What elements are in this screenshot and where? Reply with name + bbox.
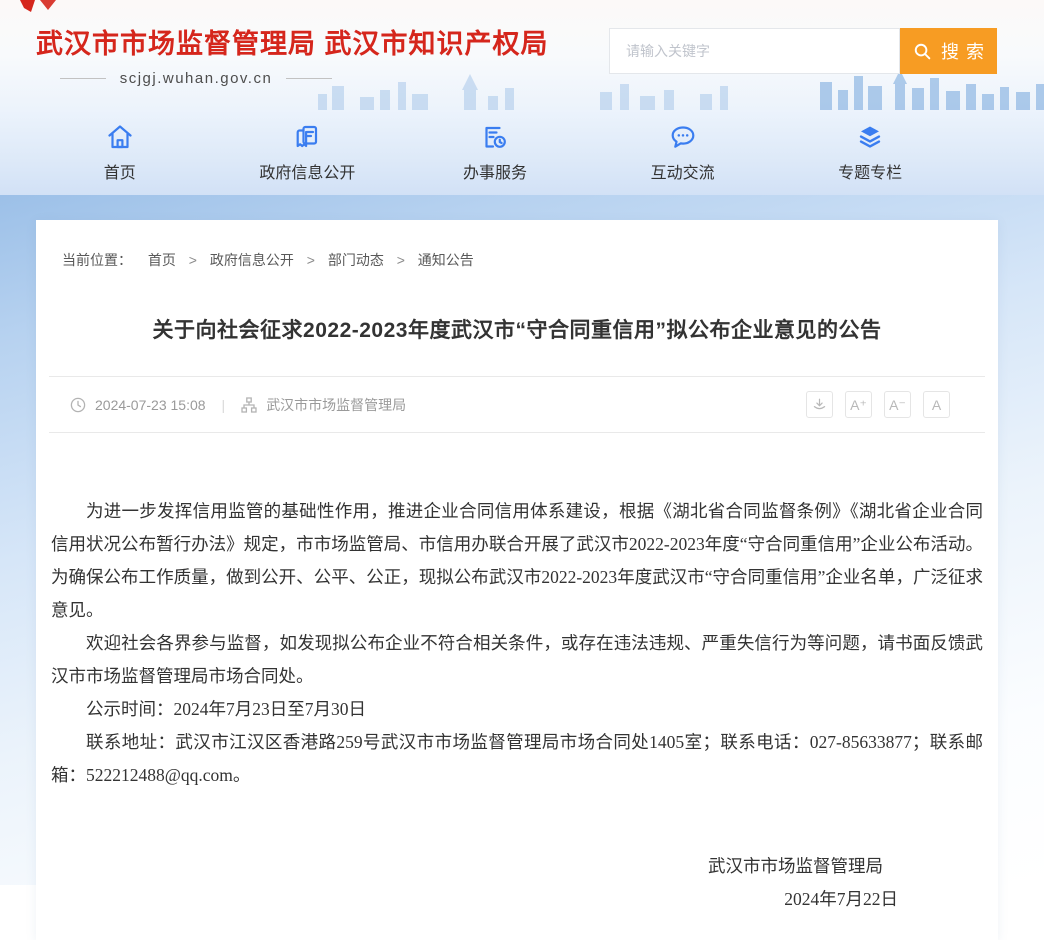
breadcrumb-dept-news[interactable]: 部门动态 xyxy=(328,252,384,268)
nav-item-label: 首页 xyxy=(104,159,136,183)
nav-item-home[interactable]: 首页 xyxy=(26,122,214,183)
font-reset-button[interactable]: A xyxy=(923,391,950,418)
chat-bubble-icon xyxy=(668,122,698,152)
search-icon xyxy=(913,42,932,61)
breadcrumb-separator: > xyxy=(397,252,405,268)
nav-item-label: 办事服务 xyxy=(463,159,527,183)
search-button[interactable]: 搜索 xyxy=(900,28,997,74)
content-area: 当前位置： 首页 > 政府信息公开 > 部门动态 > 通知公告 关于向社会征求2… xyxy=(0,195,1044,885)
divider-below-meta xyxy=(49,432,985,433)
layers-icon xyxy=(855,122,885,152)
main-nav: 首页 政府信息公开 办事服务 互动交流 专题 xyxy=(0,110,1044,195)
nav-item-gov-info[interactable]: 政府信息公开 xyxy=(214,122,402,183)
article-meta: 2024-07-23 15:08 | 武汉市市场监督管理局 xyxy=(70,395,406,415)
corner-decoration xyxy=(16,0,62,15)
site-url: scjgj.wuhan.gov.cn xyxy=(120,70,273,87)
clock-icon xyxy=(70,397,86,413)
documents-icon xyxy=(292,122,322,152)
breadcrumb-label: 当前位置： xyxy=(62,252,132,268)
article-paragraph: 欢迎社会各界参与监督，如发现拟公布企业不符合相关条件，或存在违法违规、严重失信行… xyxy=(51,627,983,693)
nav-item-label: 互动交流 xyxy=(651,159,715,183)
nav-item-special-topics[interactable]: 专题专栏 xyxy=(776,122,964,183)
content-card: 当前位置： 首页 > 政府信息公开 > 部门动态 > 通知公告 关于向社会征求2… xyxy=(36,220,998,940)
breadcrumb-separator: > xyxy=(307,252,315,268)
article-tools: A⁺ A⁻ A xyxy=(794,391,950,418)
search-input[interactable] xyxy=(609,28,900,74)
nav-item-label: 政府信息公开 xyxy=(259,159,355,183)
article-paragraph: 公示时间：2024年7月23日至7月30日 xyxy=(51,693,983,726)
home-icon xyxy=(105,122,135,152)
breadcrumb: 当前位置： 首页 > 政府信息公开 > 部门动态 > 通知公告 xyxy=(36,220,998,270)
site-url-row: scjgj.wuhan.gov.cn xyxy=(36,70,356,87)
rule-right xyxy=(286,78,332,79)
breadcrumb-home[interactable]: 首页 xyxy=(148,252,176,268)
article-title: 关于向社会征求2022-2023年度武汉市“守合同重信用”拟公布企业意见的公告 xyxy=(76,314,958,344)
org-icon xyxy=(241,397,257,413)
meta-separator: | xyxy=(222,397,226,413)
download-button[interactable] xyxy=(806,391,833,418)
article-meta-row: 2024-07-23 15:08 | 武汉市市场监督管理局 A⁺ xyxy=(36,377,998,432)
signature-agency: 武汉市市场监督管理局 xyxy=(36,850,883,883)
article-source: 武汉市市场监督管理局 xyxy=(266,395,406,415)
breadcrumb-separator: > xyxy=(189,252,197,268)
signature-date: 2024年7月22日 xyxy=(36,883,898,916)
nav-item-services[interactable]: 办事服务 xyxy=(401,122,589,183)
search-bar: 搜索 xyxy=(609,28,997,74)
download-icon xyxy=(811,396,828,413)
font-smaller-button[interactable]: A⁻ xyxy=(884,391,911,418)
site-brand: 武汉市市场监督管理局 武汉市知识产权局 scjgj.wuhan.gov.cn xyxy=(36,22,549,87)
article-body: 为进一步发挥信用监管的基础性作用，推进企业合同信用体系建设，根据《湖北省合同监督… xyxy=(36,495,998,792)
nav-item-label: 专题专栏 xyxy=(838,159,902,183)
publish-date: 2024-07-23 15:08 xyxy=(95,397,206,413)
article-paragraph: 为进一步发挥信用监管的基础性作用，推进企业合同信用体系建设，根据《湖北省合同监督… xyxy=(51,495,983,627)
breadcrumb-notices[interactable]: 通知公告 xyxy=(418,252,474,268)
breadcrumb-gov-info[interactable]: 政府信息公开 xyxy=(210,252,294,268)
search-button-label: 搜索 xyxy=(941,38,991,64)
nav-item-interaction[interactable]: 互动交流 xyxy=(589,122,777,183)
article-signature: 武汉市市场监督管理局 2024年7月22日 xyxy=(36,850,998,916)
service-list-icon xyxy=(480,122,510,152)
site-title: 武汉市市场监督管理局 武汉市知识产权局 xyxy=(36,22,549,61)
rule-left xyxy=(60,78,106,79)
font-larger-button[interactable]: A⁺ xyxy=(845,391,872,418)
article-paragraph: 联系地址：武汉市江汉区香港路259号武汉市市场监督管理局市场合同处1405室；联… xyxy=(51,726,983,792)
site-header: 武汉市市场监督管理局 武汉市知识产权局 scjgj.wuhan.gov.cn 搜… xyxy=(0,0,1044,110)
